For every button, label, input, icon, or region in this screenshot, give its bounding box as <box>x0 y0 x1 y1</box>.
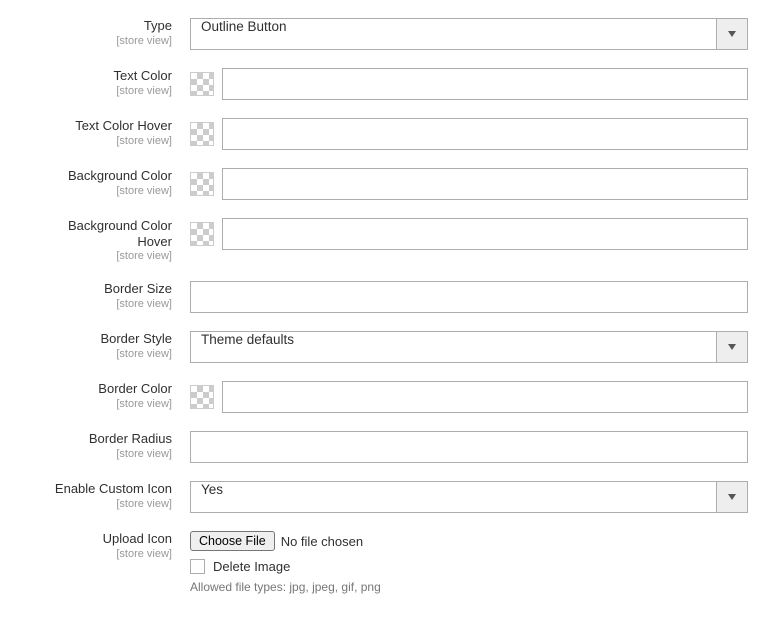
label-text: Border Radius <box>30 431 172 447</box>
label-text: Background Color Hover <box>30 218 172 249</box>
enable-custom-icon-select[interactable]: Yes <box>190 481 748 513</box>
scope-label: [store view] <box>30 398 172 411</box>
field-border-radius: Border Radius [store view] <box>30 431 748 463</box>
field-border-size: Border Size [store view] <box>30 281 748 313</box>
label-enable-custom-icon: Enable Custom Icon [store view] <box>30 481 190 511</box>
color-swatch[interactable] <box>190 122 214 146</box>
control-border-style: Theme defaults <box>190 331 748 363</box>
field-text-color-hover: Text Color Hover [store view] <box>30 118 748 150</box>
label-text: Enable Custom Icon <box>30 481 172 497</box>
control-border-radius <box>190 431 748 463</box>
background-color-hover-input[interactable] <box>222 218 748 250</box>
border-size-input[interactable] <box>190 281 748 313</box>
field-type: Type [store view] Outline Button <box>30 18 748 50</box>
scope-label: [store view] <box>30 348 172 361</box>
label-text-color: Text Color [store view] <box>30 68 190 98</box>
control-text-color-hover <box>190 118 748 150</box>
label-background-color-hover: Background Color Hover [store view] <box>30 218 190 263</box>
delete-image-label: Delete Image <box>213 559 290 574</box>
control-type: Outline Button <box>190 18 748 50</box>
file-input-line: Choose File No file chosen <box>190 531 748 551</box>
label-background-color: Background Color [store view] <box>30 168 190 198</box>
label-border-size: Border Size [store view] <box>30 281 190 311</box>
scope-label: [store view] <box>30 250 172 263</box>
scope-label: [store view] <box>30 35 172 48</box>
scope-label: [store view] <box>30 185 172 198</box>
label-text: Border Style <box>30 331 172 347</box>
control-enable-custom-icon: Yes <box>190 481 748 513</box>
scope-label: [store view] <box>30 298 172 311</box>
delete-image-line: Delete Image <box>190 559 748 574</box>
control-background-color-hover <box>190 218 748 250</box>
field-background-color-hover: Background Color Hover [store view] <box>30 218 748 263</box>
scope-label: [store view] <box>30 498 172 511</box>
color-swatch[interactable] <box>190 172 214 196</box>
color-swatch[interactable] <box>190 72 214 96</box>
scope-label: [store view] <box>30 85 172 98</box>
label-text: Type <box>30 18 172 34</box>
label-text: Background Color <box>30 168 172 184</box>
field-text-color: Text Color [store view] <box>30 68 748 100</box>
file-types-hint: Allowed file types: jpg, jpeg, gif, png <box>190 580 748 594</box>
field-upload-icon: Upload Icon [store view] Choose File No … <box>30 531 748 594</box>
field-background-color: Background Color [store view] <box>30 168 748 200</box>
label-border-radius: Border Radius [store view] <box>30 431 190 461</box>
label-border-style: Border Style [store view] <box>30 331 190 361</box>
label-border-color: Border Color [store view] <box>30 381 190 411</box>
label-text: Border Color <box>30 381 172 397</box>
color-swatch[interactable] <box>190 222 214 246</box>
background-color-input[interactable] <box>222 168 748 200</box>
enable-custom-icon-select-value[interactable]: Yes <box>190 481 716 513</box>
control-border-size <box>190 281 748 313</box>
choose-file-button[interactable]: Choose File <box>190 531 275 551</box>
control-upload-icon: Choose File No file chosen Delete Image … <box>190 531 748 594</box>
file-status: No file chosen <box>281 534 363 549</box>
type-select-value[interactable]: Outline Button <box>190 18 716 50</box>
label-upload-icon: Upload Icon [store view] <box>30 531 190 561</box>
label-text: Upload Icon <box>30 531 172 547</box>
delete-image-checkbox[interactable] <box>190 559 205 574</box>
border-style-select-value[interactable]: Theme defaults <box>190 331 716 363</box>
chevron-down-icon[interactable] <box>716 18 748 50</box>
chevron-down-icon[interactable] <box>716 331 748 363</box>
color-swatch[interactable] <box>190 385 214 409</box>
text-color-input[interactable] <box>222 68 748 100</box>
border-color-input[interactable] <box>222 381 748 413</box>
field-enable-custom-icon: Enable Custom Icon [store view] Yes <box>30 481 748 513</box>
label-type: Type [store view] <box>30 18 190 48</box>
scope-label: [store view] <box>30 448 172 461</box>
label-text-color-hover: Text Color Hover [store view] <box>30 118 190 148</box>
field-border-color: Border Color [store view] <box>30 381 748 413</box>
field-border-style: Border Style [store view] Theme defaults <box>30 331 748 363</box>
text-color-hover-input[interactable] <box>222 118 748 150</box>
border-radius-input[interactable] <box>190 431 748 463</box>
label-text: Text Color <box>30 68 172 84</box>
border-style-select[interactable]: Theme defaults <box>190 331 748 363</box>
chevron-down-icon[interactable] <box>716 481 748 513</box>
type-select[interactable]: Outline Button <box>190 18 748 50</box>
control-border-color <box>190 381 748 413</box>
control-text-color <box>190 68 748 100</box>
scope-label: [store view] <box>30 548 172 561</box>
label-text: Text Color Hover <box>30 118 172 134</box>
scope-label: [store view] <box>30 135 172 148</box>
label-text: Border Size <box>30 281 172 297</box>
control-background-color <box>190 168 748 200</box>
